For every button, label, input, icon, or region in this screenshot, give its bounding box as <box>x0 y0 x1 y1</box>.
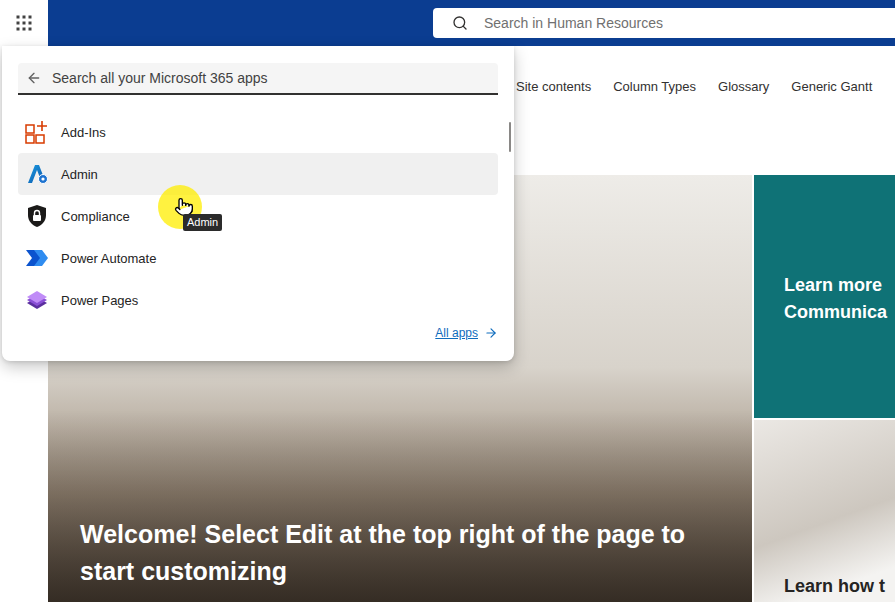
compliance-icon <box>25 204 49 228</box>
panel-footer: All apps <box>18 324 498 342</box>
all-apps-link[interactable]: All apps <box>435 324 498 342</box>
app-item[interactable]: Admin <box>18 153 498 195</box>
app-item[interactable]: Add-Ins <box>18 111 498 153</box>
add-ins-icon <box>25 120 49 144</box>
top-bar <box>48 0 895 46</box>
arrow-right-icon <box>484 326 498 340</box>
power-pages-icon <box>25 288 49 312</box>
tile-text: Learn more <box>784 272 895 299</box>
app-name: Add-Ins <box>61 125 106 140</box>
site-search[interactable] <box>433 8 895 38</box>
nav-link[interactable]: Column Types <box>613 79 696 95</box>
app-name: Admin <box>61 167 98 182</box>
app-name: Power Pages <box>61 293 138 308</box>
suite-header <box>0 0 895 46</box>
tile-text: Communica <box>784 299 895 326</box>
hero-title: Welcome! Select Edit at the top right of… <box>80 516 712 590</box>
apps-search[interactable] <box>18 63 498 95</box>
tile-text: Learn how t <box>784 573 895 600</box>
app-item[interactable]: Power Pages <box>18 279 498 321</box>
app-item[interactable]: Compliance <box>18 195 498 237</box>
nav-link[interactable]: Glossary <box>718 79 769 95</box>
hero-tiles: Learn moreCommunica Learn how t <box>754 175 895 602</box>
power-automate-icon <box>25 246 49 270</box>
app-launcher-button[interactable] <box>0 0 48 46</box>
hero-tile[interactable]: Learn moreCommunica <box>754 175 895 418</box>
search-icon <box>452 15 468 31</box>
app-launcher-icon[interactable] <box>16 15 32 31</box>
hero-tile[interactable]: Learn how t <box>754 420 895 602</box>
admin-icon <box>25 162 49 186</box>
tooltip: Admin <box>183 214 222 231</box>
nav-link[interactable]: Site contents <box>516 79 591 95</box>
sharepoint-page: Site contents Column Types Glossary Generic… <box>0 0 895 602</box>
app-list: Add-Ins Admin Compliance Power Automate Powe… <box>18 111 498 321</box>
apps-search-input[interactable] <box>50 69 498 87</box>
nav-link[interactable]: Generic Gantt <box>791 79 872 95</box>
back-arrow-icon[interactable] <box>26 70 42 86</box>
scrollbar-thumb[interactable] <box>509 122 511 152</box>
app-item[interactable]: Power Automate <box>18 237 498 279</box>
app-name: Power Automate <box>61 251 156 266</box>
site-search-input[interactable] <box>482 14 895 32</box>
app-name: Compliance <box>61 209 130 224</box>
app-launcher-panel: Add-Ins Admin Compliance Power Automate Powe… <box>2 46 514 361</box>
